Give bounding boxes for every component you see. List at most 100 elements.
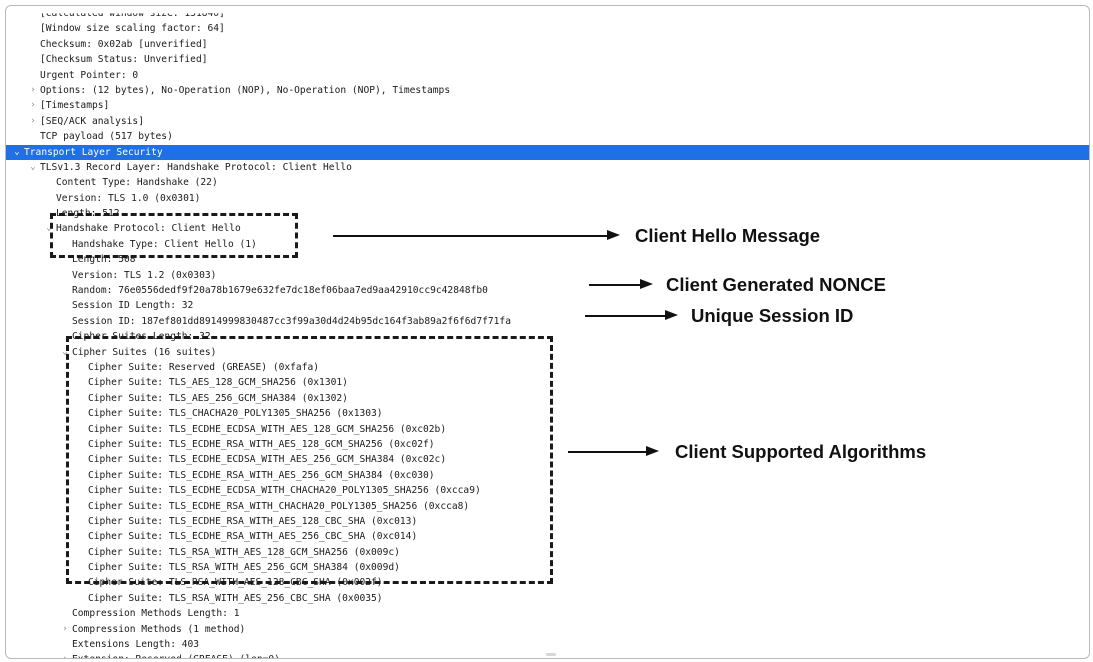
- tree-row[interactable]: Version: TLS 1.0 (0x0301): [6, 191, 1089, 206]
- algorithms-annotation: Client Supported Algorithms: [675, 441, 927, 462]
- tree-row-label: [Timestamps]: [40, 100, 110, 112]
- tree-row-label: Cipher Suite: TLS_RSA_WITH_AES_128_GCM_S…: [88, 546, 400, 558]
- nonce-arrow: [589, 284, 642, 286]
- tree-row[interactable]: Cipher Suite: TLS_RSA_WITH_AES_128_CBC_S…: [6, 575, 1089, 590]
- tree-row-label: Compression Methods (1 method): [72, 623, 246, 635]
- tree-row[interactable]: Cipher Suites Length: 32: [6, 329, 1089, 344]
- tree-row[interactable]: Handshake Type: Client Hello (1): [6, 237, 1089, 252]
- tree-row-label: Extensions Length: 403: [72, 639, 200, 651]
- tree-row-label: Random: 76e0556dedf9f20a78b1679e632fe7dc…: [72, 285, 488, 297]
- scrollbar-thumb[interactable]: [546, 653, 556, 656]
- tree-row-label: Checksum: 0x02ab [unverified]: [40, 38, 208, 50]
- chevron-down-icon[interactable]: ⌄: [28, 160, 38, 175]
- chevron-right-icon[interactable]: ›: [60, 652, 70, 658]
- algorithms-arrow-head: [646, 446, 659, 456]
- tree-row[interactable]: Cipher Suite: TLS_ECDHE_ECDSA_WITH_AES_1…: [6, 422, 1089, 437]
- tree-row-label: Cipher Suite: TLS_RSA_WITH_AES_256_GCM_S…: [88, 562, 400, 574]
- tree-row[interactable]: Content Type: Handshake (22): [6, 175, 1089, 190]
- tree-row[interactable]: Cipher Suite: TLS_ECDHE_RSA_WITH_AES_128…: [6, 437, 1089, 452]
- tree-row[interactable]: Cipher Suite: Reserved (GREASE) (0xfafa): [6, 360, 1089, 375]
- tree-row[interactable]: TCP payload (517 bytes): [6, 129, 1089, 144]
- tree-row[interactable]: Cipher Suite: TLS_AES_256_GCM_SHA384 (0x…: [6, 391, 1089, 406]
- tree-row-label: [Checksum Status: Unverified]: [40, 54, 208, 66]
- tree-row[interactable]: Cipher Suite: TLS_RSA_WITH_AES_256_GCM_S…: [6, 560, 1089, 575]
- tree-row-label: Cipher Suite: TLS_ECDHE_ECDSA_WITH_AES_1…: [88, 423, 447, 435]
- tree-row-label: Options: (12 bytes), No-Operation (NOP),…: [40, 84, 451, 96]
- chevron-down-icon[interactable]: ⌄: [60, 345, 70, 360]
- tree-row-label: Session ID Length: 32: [72, 300, 194, 312]
- tree-row[interactable]: Cipher Suite: TLS_ECDHE_RSA_WITH_AES_256…: [6, 529, 1089, 544]
- tree-row[interactable]: Session ID Length: 32: [6, 298, 1089, 313]
- tree-row[interactable]: Cipher Suite: TLS_CHACHA20_POLY1305_SHA2…: [6, 406, 1089, 421]
- tree-row[interactable]: Cipher Suite: TLS_ECDHE_RSA_WITH_AES_256…: [6, 468, 1089, 483]
- tree-row[interactable]: Urgent Pointer: 0: [6, 68, 1089, 83]
- tree-row-label: Session ID: 187ef801dd8914999830487cc3f9…: [72, 315, 511, 327]
- tree-row[interactable]: Length: 508: [6, 252, 1089, 267]
- tree-row-label: [Window size scaling factor: 64]: [40, 23, 225, 35]
- tree-row-label: Handshake Protocol: Client Hello: [56, 223, 241, 235]
- tree-row[interactable]: › Compression Methods (1 method): [6, 622, 1089, 637]
- tree-row[interactable]: Cipher Suite: TLS_ECDHE_RSA_WITH_AES_128…: [6, 514, 1089, 529]
- chevron-right-icon[interactable]: ›: [28, 98, 38, 113]
- tree-row-label: Cipher Suite: TLS_ECDHE_RSA_WITH_AES_128…: [88, 515, 418, 527]
- chevron-down-icon[interactable]: ⌄: [44, 221, 54, 236]
- tree-row[interactable]: › [Timestamps]: [6, 98, 1089, 113]
- tree-row[interactable]: ⌄ Transport Layer Security: [6, 144, 1089, 160]
- session-id-arrow-head: [665, 310, 678, 320]
- tree-row-label: Handshake Type: Client Hello (1): [72, 238, 257, 250]
- tree-row[interactable]: [Window size scaling factor: 64]: [6, 21, 1089, 36]
- tree-row-label: Cipher Suites Length: 32: [72, 331, 211, 343]
- tree-row[interactable]: › Options: (12 bytes), No-Operation (NOP)…: [6, 83, 1089, 98]
- algorithms-arrow: [568, 451, 648, 453]
- tree-row[interactable]: Cipher Suite: TLS_ECDHE_ECDSA_WITH_AES_2…: [6, 452, 1089, 467]
- tree-row-label: Cipher Suite: TLS_RSA_WITH_AES_256_CBC_S…: [88, 592, 383, 604]
- tree-row[interactable]: Cipher Suite: TLS_RSA_WITH_AES_256_CBC_S…: [6, 591, 1089, 606]
- tree-row[interactable]: Extensions Length: 403: [6, 637, 1089, 652]
- client-hello-arrow-head: [607, 230, 620, 240]
- tree-row[interactable]: Cipher Suite: TLS_AES_128_GCM_SHA256 (0x…: [6, 375, 1089, 390]
- tree-row[interactable]: › [SEQ/ACK analysis]: [6, 114, 1089, 129]
- session-id-arrow: [585, 315, 667, 317]
- tree-row[interactable]: [Calculated window size: 131840]: [6, 13, 1089, 21]
- client-hello-annotation: Client Hello Message: [635, 225, 821, 246]
- chevron-right-icon[interactable]: ›: [28, 83, 38, 98]
- tree-row-label: Cipher Suite: TLS_ECDHE_RSA_WITH_AES_128…: [88, 438, 435, 450]
- tree-row[interactable]: Cipher Suite: TLS_ECDHE_RSA_WITH_CHACHA2…: [6, 499, 1089, 514]
- tree-row-label: Version: TLS 1.0 (0x0301): [56, 192, 201, 204]
- tree-row-label: Cipher Suite: TLS_RSA_WITH_AES_128_CBC_S…: [88, 577, 383, 589]
- tree-row-label: TCP payload (517 bytes): [40, 131, 173, 143]
- tree-row-label: Cipher Suite: TLS_AES_256_GCM_SHA384 (0x…: [88, 392, 348, 404]
- tree-row[interactable]: ⌄ TLSv1.3 Record Layer: Handshake Protoco…: [6, 160, 1089, 175]
- protocol-tree: [Calculated window size: 131840] [Window …: [6, 6, 1089, 658]
- tree-row-label: Cipher Suite: TLS_AES_128_GCM_SHA256 (0x…: [88, 377, 348, 389]
- tree-row[interactable]: Length: 512: [6, 206, 1089, 221]
- tree-row[interactable]: Checksum: 0x02ab [unverified]: [6, 37, 1089, 52]
- tree-row-label: Cipher Suite: Reserved (GREASE) (0xfafa): [88, 361, 320, 373]
- packet-details-pane: [Calculated window size: 131840] [Window …: [5, 5, 1090, 659]
- tree-row[interactable]: ⌄ Cipher Suites (16 suites): [6, 345, 1089, 360]
- chevron-down-icon[interactable]: ⌄: [12, 145, 22, 160]
- tree-row-label: Length: 508: [72, 254, 136, 266]
- tree-row-label: Extension: Reserved (GREASE) (len=0): [72, 652, 280, 658]
- tree-row[interactable]: [Checksum Status: Unverified]: [6, 52, 1089, 67]
- tree-row-label: Length: 512: [56, 208, 120, 220]
- tree-row-label: Compression Methods Length: 1: [72, 608, 240, 620]
- tree-row-label: Cipher Suite: TLS_ECDHE_RSA_WITH_AES_256…: [88, 531, 418, 543]
- chevron-right-icon[interactable]: ›: [60, 622, 70, 637]
- chevron-right-icon[interactable]: ›: [28, 114, 38, 129]
- nonce-arrow-head: [640, 279, 653, 289]
- tree-row-label: Cipher Suite: TLS_ECDHE_ECDSA_WITH_CHACH…: [88, 485, 481, 497]
- tree-row-label: Cipher Suite: TLS_ECDHE_ECDSA_WITH_AES_2…: [88, 454, 447, 466]
- tree-row[interactable]: Compression Methods Length: 1: [6, 606, 1089, 621]
- nonce-annotation: Client Generated NONCE: [666, 274, 886, 295]
- tree-row[interactable]: Random: 76e0556dedf9f20a78b1679e632fe7dc…: [6, 283, 1089, 298]
- tree-row[interactable]: Cipher Suite: TLS_RSA_WITH_AES_128_GCM_S…: [6, 545, 1089, 560]
- tree-row-label: Cipher Suite: TLS_ECDHE_RSA_WITH_AES_256…: [88, 469, 435, 481]
- tree-row[interactable]: Session ID: 187ef801dd8914999830487cc3f9…: [6, 314, 1089, 329]
- tree-row-label: Cipher Suite: TLS_CHACHA20_POLY1305_SHA2…: [88, 408, 383, 420]
- tree-row[interactable]: Cipher Suite: TLS_ECDHE_ECDSA_WITH_CHACH…: [6, 483, 1089, 498]
- tree-row-label: [SEQ/ACK analysis]: [40, 115, 144, 127]
- tree-row-label: TLSv1.3 Record Layer: Handshake Protocol…: [40, 161, 352, 173]
- tree-row[interactable]: Version: TLS 1.2 (0x0303): [6, 268, 1089, 283]
- tree-row-label: Version: TLS 1.2 (0x0303): [72, 269, 217, 281]
